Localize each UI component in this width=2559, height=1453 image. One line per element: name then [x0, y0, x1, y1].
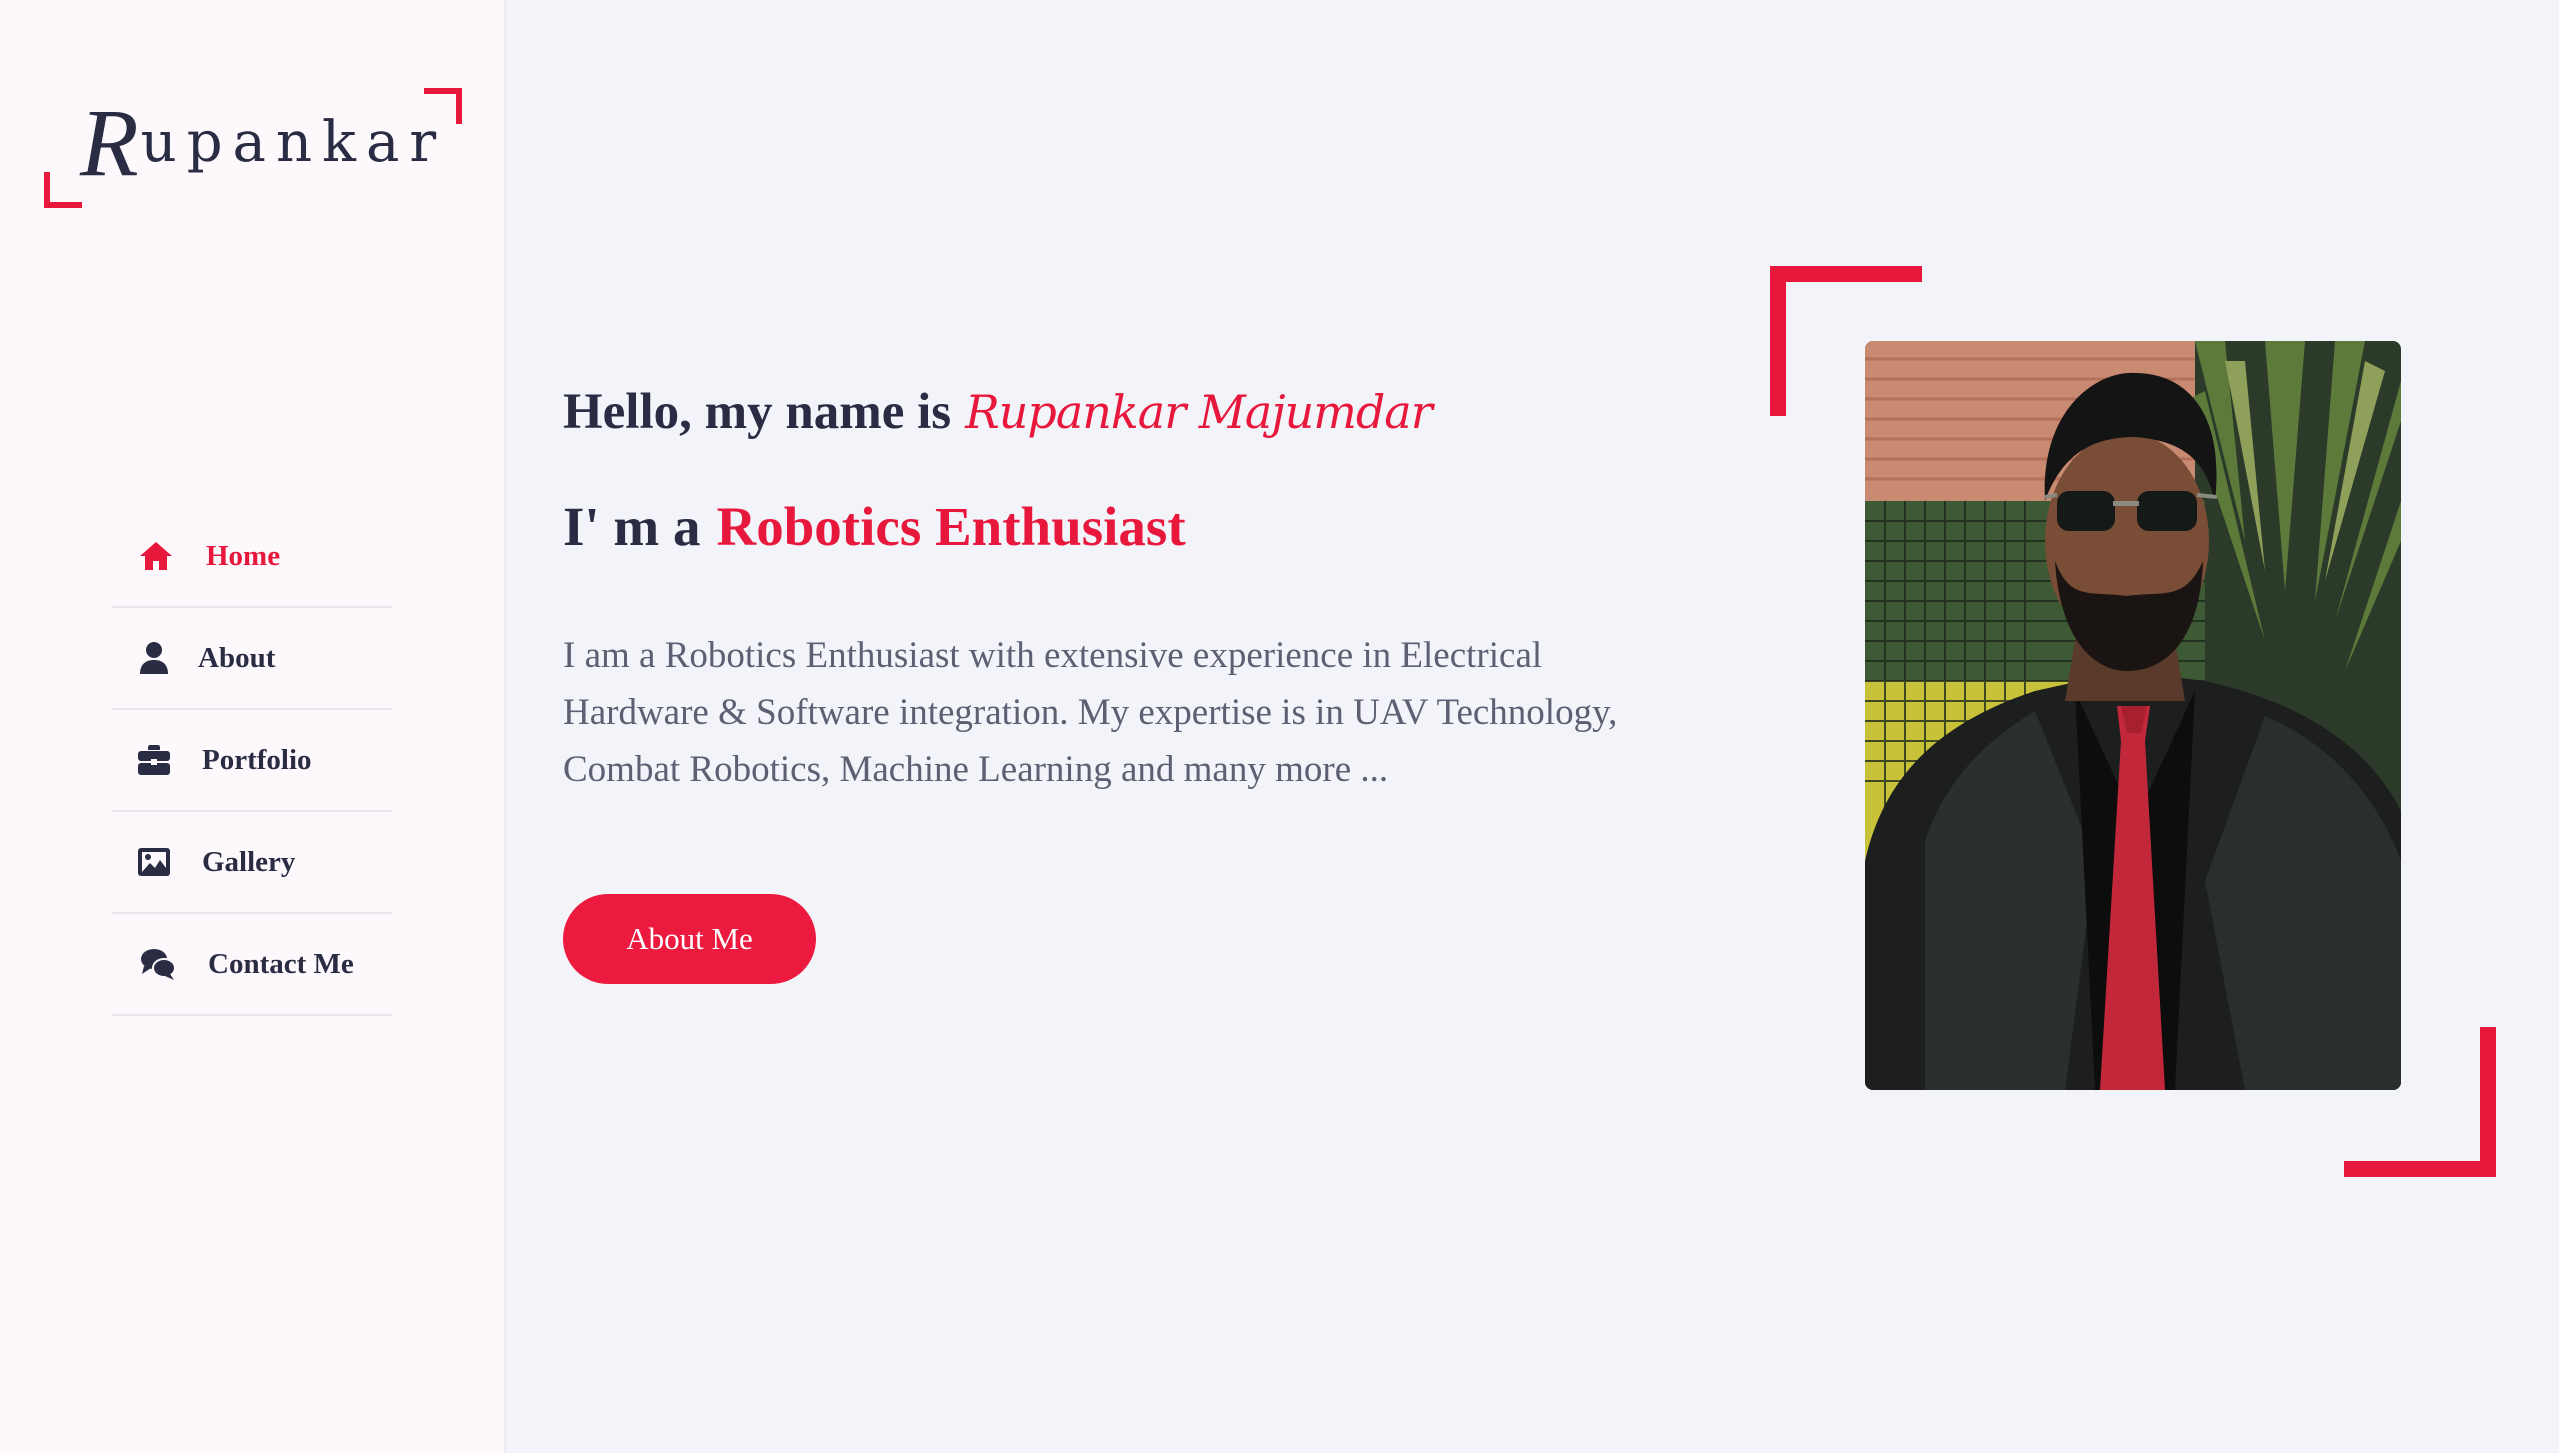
about-me-button[interactable]: About Me [563, 894, 816, 984]
comments-icon [138, 944, 178, 984]
logo[interactable]: Rupankar [44, 88, 462, 208]
nav-item-about[interactable]: About [112, 608, 392, 710]
greeting-text: Hello, my name is [563, 384, 952, 440]
image-icon [134, 842, 174, 882]
logo-text: Rupankar [80, 89, 440, 196]
profile-photo [1865, 341, 2401, 1090]
briefcase-icon [134, 740, 174, 780]
sidebar: Rupankar Home About Portfolio Gallery Co… [0, 0, 506, 1453]
user-icon [134, 638, 174, 678]
main-nav: Home About Portfolio Gallery Contact Me [112, 506, 392, 1016]
logo-first-letter: R [80, 88, 139, 196]
nav-item-gallery[interactable]: Gallery [112, 812, 392, 914]
home-icon [136, 536, 176, 576]
greeting-heading: Hello, my name is Rupankar Majumdar [563, 372, 1433, 452]
nav-item-label: About [198, 641, 276, 674]
role-heading: I' m a Robotics Enthusiast [563, 488, 1186, 564]
profile-photo-illustration [1865, 341, 2401, 1090]
nav-item-label: Contact Me [208, 947, 354, 980]
logo-rest: upankar [140, 109, 447, 175]
nav-item-label: Gallery [202, 845, 296, 878]
role-prefix: I' m a [563, 495, 701, 557]
nav-item-contact[interactable]: Contact Me [112, 914, 392, 1016]
nav-item-portfolio[interactable]: Portfolio [112, 710, 392, 812]
nav-item-home[interactable]: Home [112, 506, 392, 608]
hero-description: I am a Robotics Enthusiast with extensiv… [563, 635, 1618, 790]
logo-corner-bottom-left [44, 172, 82, 208]
role-title: Robotics Enthusiast [716, 495, 1186, 557]
hero-name: Rupankar Majumdar [965, 385, 1433, 439]
nav-item-label: Portfolio [202, 743, 312, 776]
nav-item-label: Home [206, 539, 281, 572]
